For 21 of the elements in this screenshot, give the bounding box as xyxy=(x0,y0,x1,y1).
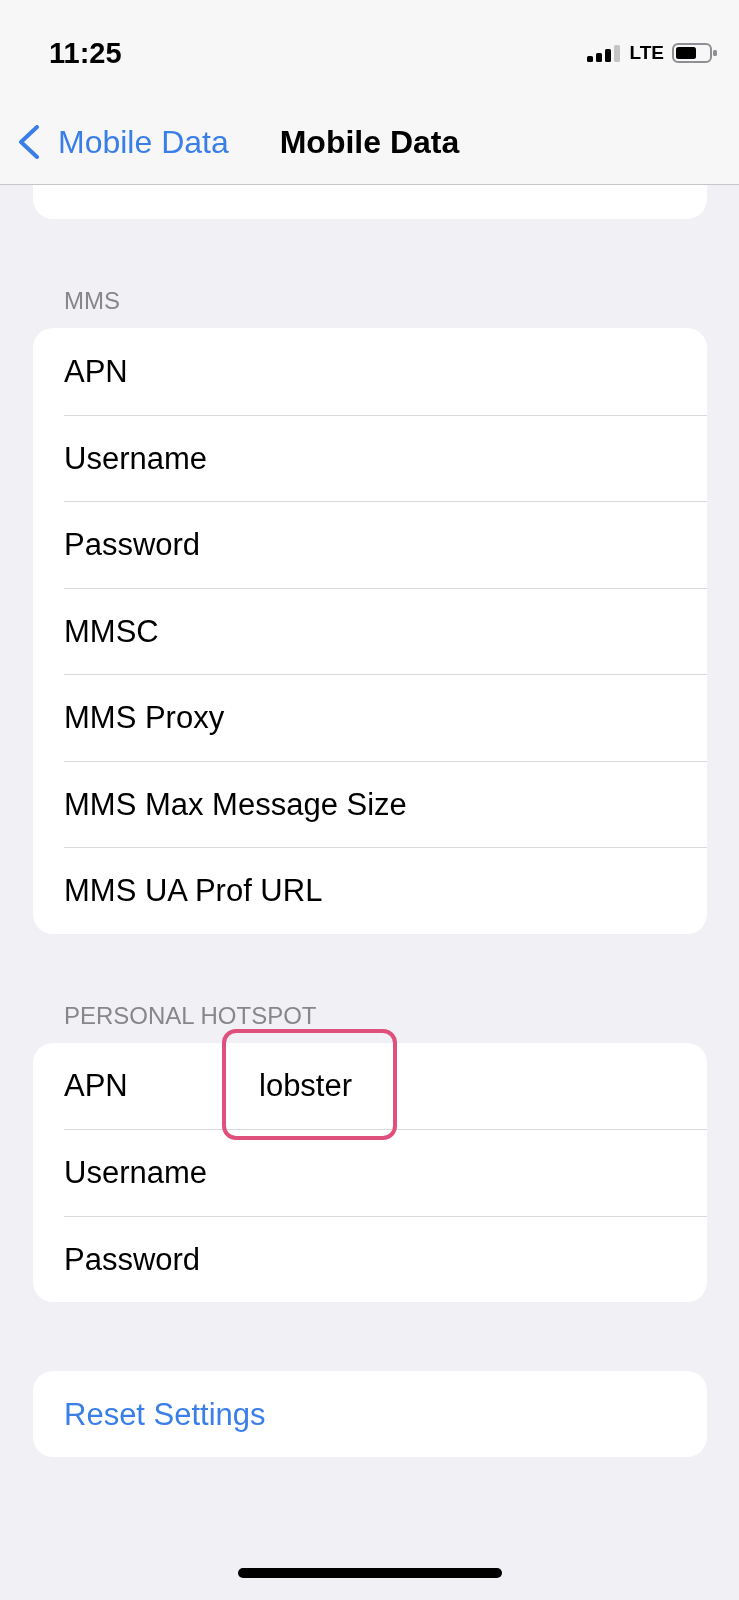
list-row[interactable]: APN lobster xyxy=(33,1042,707,1129)
section-header: MMS xyxy=(63,286,121,316)
reset-settings-button[interactable]: Reset Settings xyxy=(33,1371,707,1457)
status-time: 11:25 xyxy=(49,36,122,70)
section-header: PERSONAL HOTSPOT xyxy=(63,1000,318,1031)
signal-icon xyxy=(586,44,621,62)
network-label: LTE xyxy=(629,42,664,64)
nav-title: Mobile Data xyxy=(279,123,460,161)
battery-icon xyxy=(672,43,717,63)
list-row[interactable]: Password xyxy=(33,501,707,588)
list-row[interactable]: Password xyxy=(33,1215,707,1302)
list-row[interactable]: MMS Proxy xyxy=(33,674,707,761)
list-row[interactable]: APN xyxy=(33,328,707,415)
list-row[interactable]: MMSC xyxy=(33,587,707,674)
chevron-left-icon xyxy=(18,125,40,159)
list-row[interactable]: MMS Max Message Size xyxy=(33,760,707,847)
list-row[interactable]: Username xyxy=(33,414,707,501)
back-button[interactable]: Mobile Data xyxy=(0,123,229,161)
text-field[interactable]: lobster xyxy=(259,1067,353,1105)
list-row[interactable]: Username xyxy=(33,1129,707,1216)
list-row[interactable]: MMS UA Prof URL xyxy=(33,847,707,934)
